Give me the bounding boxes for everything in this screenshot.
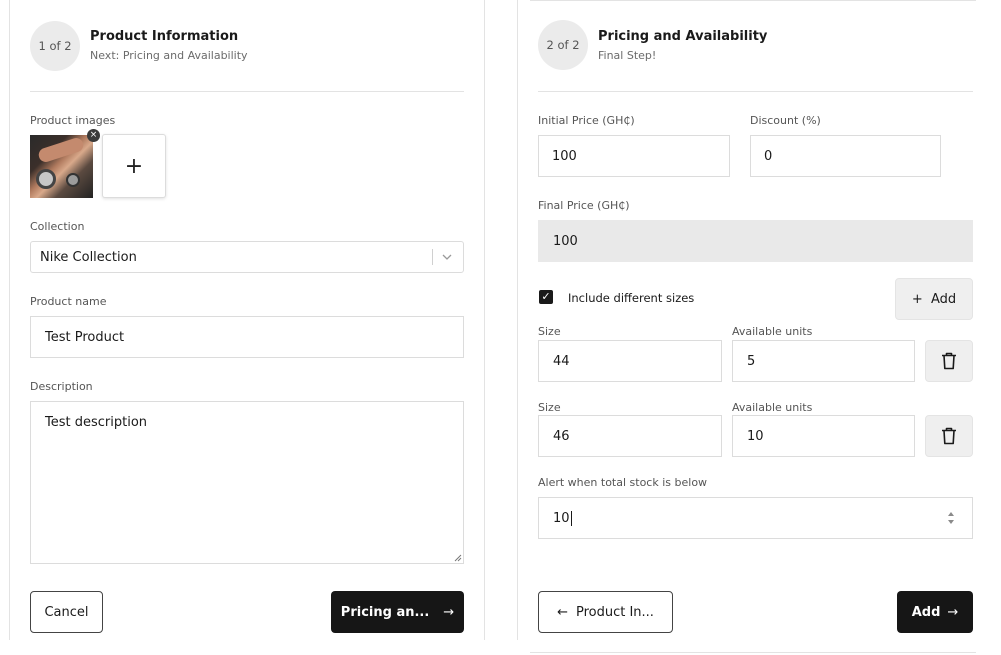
size-input[interactable]: 46 xyxy=(538,415,722,457)
description-label: Description xyxy=(30,380,93,393)
alert-threshold-value: 10 xyxy=(553,510,570,526)
step-indicator: 2 of 2 xyxy=(538,20,588,70)
cancel-button[interactable]: Cancel xyxy=(30,591,103,633)
units-value: 5 xyxy=(747,353,756,369)
product-name-input[interactable]: Test Product xyxy=(30,316,464,358)
trash-icon xyxy=(941,352,957,370)
delete-size-button[interactable] xyxy=(925,415,973,457)
size-label: Size xyxy=(538,325,561,338)
step-title: Pricing and Availability xyxy=(598,29,768,44)
final-price-label: Final Price (GH₵) xyxy=(538,199,630,212)
step-subtitle: Final Step! xyxy=(598,49,657,62)
units-value: 10 xyxy=(747,428,764,444)
text-cursor xyxy=(570,510,572,526)
collection-label: Collection xyxy=(30,220,85,233)
initial-price-value: 100 xyxy=(552,148,577,164)
alert-threshold-input[interactable]: 10 xyxy=(538,497,973,539)
submit-add-button[interactable]: Add → xyxy=(897,591,973,633)
initial-price-label: Initial Price (GH₵) xyxy=(538,114,635,127)
header-divider xyxy=(538,91,973,92)
pricing-availability-panel: 2 of 2 Pricing and Availability Final St… xyxy=(517,0,1001,655)
discount-value: 0 xyxy=(764,148,773,164)
remove-image-icon[interactable]: × xyxy=(87,129,100,142)
next-step-label: Pricing an... xyxy=(340,604,430,620)
units-input[interactable]: 5 xyxy=(732,340,915,382)
delete-size-button[interactable] xyxy=(925,340,973,382)
final-price-field: 100 xyxy=(538,220,973,262)
description-textarea[interactable]: Test description xyxy=(30,401,464,564)
resize-handle-icon[interactable] xyxy=(454,554,462,562)
include-sizes-checkbox[interactable]: ✓ xyxy=(539,290,553,304)
back-button[interactable]: ← Product In... xyxy=(538,591,673,633)
product-name-label: Product name xyxy=(30,295,107,308)
description-value: Test description xyxy=(45,415,148,430)
initial-price-input[interactable]: 100 xyxy=(538,135,730,177)
number-spinner-icon[interactable] xyxy=(947,510,955,526)
collection-select[interactable]: Nike Collection xyxy=(30,241,464,273)
add-size-button[interactable]: + Add xyxy=(895,278,973,320)
arrow-right-icon: → xyxy=(443,604,455,620)
step-indicator: 1 of 2 xyxy=(30,21,80,71)
size-value: 46 xyxy=(553,428,570,444)
size-input[interactable]: 44 xyxy=(538,340,722,382)
header-divider xyxy=(30,91,464,92)
chevron-down-icon[interactable] xyxy=(441,251,453,263)
units-label: Available units xyxy=(732,401,813,414)
select-separator xyxy=(432,249,433,265)
add-image-button[interactable]: + xyxy=(102,134,166,198)
trash-icon xyxy=(941,427,957,445)
units-input[interactable]: 10 xyxy=(732,415,915,457)
next-step-button[interactable]: Pricing an... → xyxy=(331,591,464,633)
product-name-value: Test Product xyxy=(45,329,125,345)
submit-label: Add xyxy=(911,604,941,620)
step-subtitle: Next: Pricing and Availability xyxy=(90,49,248,62)
arrow-left-icon: ← xyxy=(557,604,568,620)
discount-label: Discount (%) xyxy=(750,114,821,127)
collection-value: Nike Collection xyxy=(40,249,137,265)
final-price-value: 100 xyxy=(553,233,578,249)
include-sizes-label: Include different sizes xyxy=(568,291,695,305)
product-information-panel: 1 of 2 Product Information Next: Pricing… xyxy=(0,0,505,655)
size-label: Size xyxy=(538,401,561,414)
alert-threshold-label: Alert when total stock is below xyxy=(538,476,708,489)
step-title: Product Information xyxy=(90,29,239,44)
size-value: 44 xyxy=(553,353,570,369)
product-image-thumbnail[interactable] xyxy=(30,135,93,198)
units-label: Available units xyxy=(732,325,813,338)
product-images-label: Product images xyxy=(30,114,116,127)
arrow-right-icon: → xyxy=(947,604,959,620)
back-button-label: Product In... xyxy=(575,604,654,620)
discount-input[interactable]: 0 xyxy=(750,135,941,177)
